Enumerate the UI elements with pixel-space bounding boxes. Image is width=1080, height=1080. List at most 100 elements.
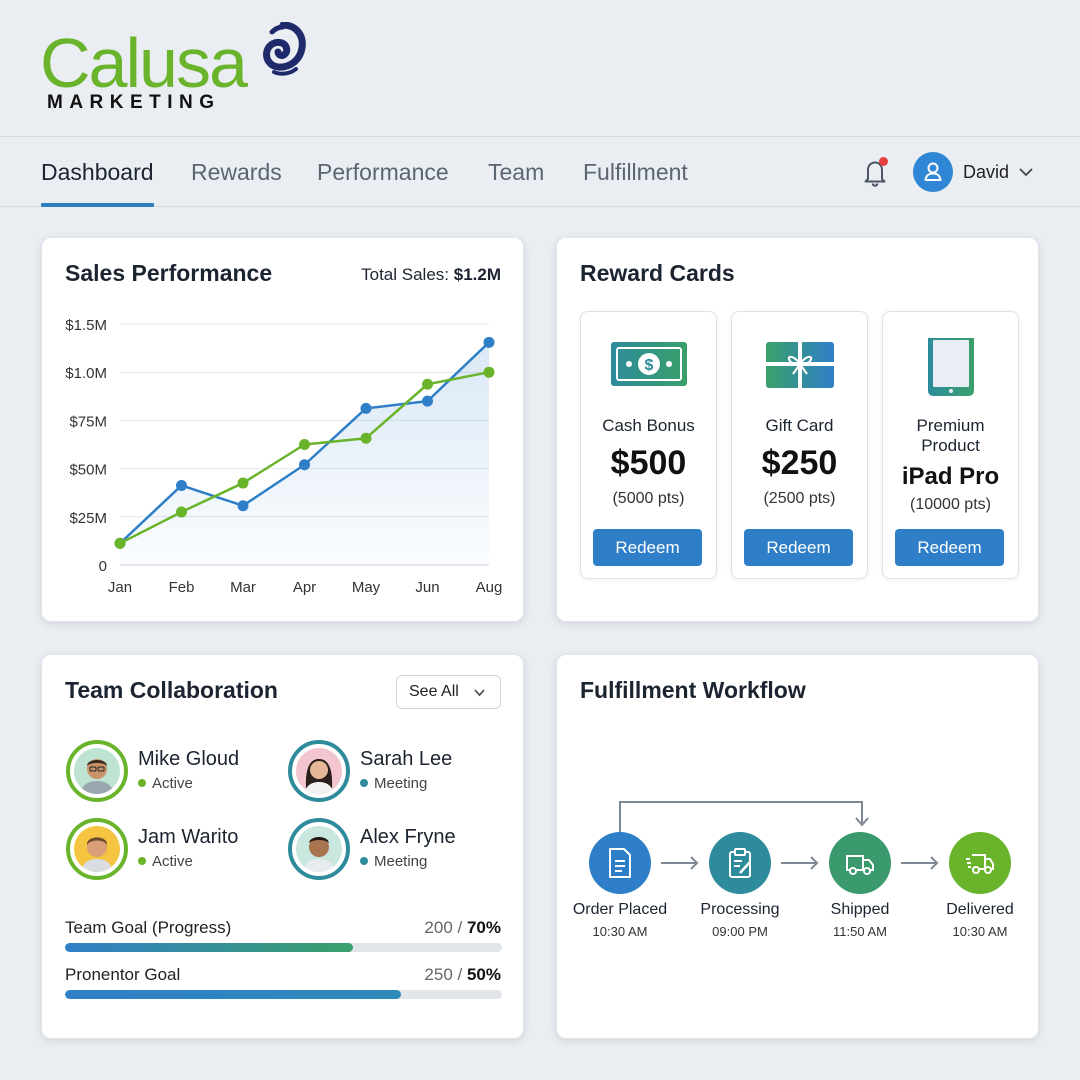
step-label: Shipped: [830, 901, 890, 918]
step-shipped[interactable]: Shipped 11:50 AM: [799, 832, 919, 952]
status-text: Meeting: [374, 853, 428, 870]
tab-rewards[interactable]: Rewards: [191, 137, 282, 207]
team-member[interactable]: Sarah Lee Meeting: [288, 740, 488, 804]
status-dot: [138, 779, 146, 787]
goal-count: 200: [424, 918, 453, 937]
x-tick-label: Apr: [293, 579, 316, 596]
team-collaboration-card: Team Collaboration See All Mike Gloud Ac…: [41, 654, 524, 1039]
step-circle: [829, 832, 891, 894]
status-text: Active: [152, 853, 193, 870]
x-tick-label: Aug: [476, 579, 503, 596]
y-tick-label: $25M: [69, 510, 107, 527]
sales-performance-card: Sales Performance Total Sales: $1.2M 0 $2…: [41, 237, 524, 622]
step-delivered[interactable]: Delivered 10:30 AM: [919, 832, 1039, 952]
tab-fulfillment[interactable]: Fulfillment: [583, 137, 688, 207]
logo-wordmark: Calusa: [40, 24, 248, 102]
avatar: [66, 740, 128, 802]
member-name: Jam Warito: [138, 826, 239, 848]
reward-premium-product: Premium Product iPad Pro (10000 pts) Red…: [882, 311, 1019, 579]
data-point: [176, 506, 187, 518]
status-dot: [138, 857, 146, 865]
step-label: Processing: [700, 901, 780, 918]
y-tick-label: $1.5M: [65, 317, 107, 334]
card-title: Team Collaboration: [65, 677, 278, 703]
member-status: Active: [138, 853, 193, 870]
team-member[interactable]: Mike Gloud Active: [66, 740, 266, 804]
step-order-placed[interactable]: Order Placed 10:30 AM: [559, 832, 679, 952]
x-tick-label: Mar: [230, 579, 256, 596]
reward-points: (5000 pts): [612, 490, 685, 507]
cash-icon: $: [611, 342, 687, 386]
nautilus-shell-icon: [263, 22, 306, 76]
notifications-button[interactable]: [860, 156, 890, 188]
calusa-logo[interactable]: Calusa MARKETING: [40, 22, 310, 122]
y-tick-label: 0: [99, 558, 107, 575]
see-all-dropdown[interactable]: See All: [396, 675, 501, 709]
reward-label: Cash Bonus: [602, 416, 695, 435]
reward-value: $500: [610, 444, 687, 482]
data-point: [299, 439, 310, 450]
member-status: Meeting: [360, 775, 427, 792]
data-point: [114, 537, 126, 549]
app-header: Calusa MARKETING: [0, 0, 1080, 136]
tab-performance[interactable]: Performance: [317, 137, 449, 207]
goal-count: 250: [424, 965, 453, 984]
step-circle: [949, 832, 1011, 894]
reward-points: (10000 pts): [910, 496, 991, 513]
tab-dashboard[interactable]: Dashboard: [41, 137, 154, 207]
progress-fill: [65, 990, 402, 999]
logo-tagline: MARKETING: [47, 92, 221, 113]
truck-icon: [846, 855, 874, 875]
x-tick-label: Jan: [108, 579, 132, 596]
status-text: Active: [152, 775, 193, 792]
gift-card-icon: [766, 342, 834, 388]
chevron-down-icon: [474, 689, 485, 697]
user-icon: [924, 162, 942, 181]
main-nav: Dashboard Rewards Performance Team Fulfi…: [0, 136, 1080, 207]
redeem-ipad-button[interactable]: Redeem: [895, 529, 1004, 566]
step-label: Order Placed: [572, 901, 668, 918]
member-name: Sarah Lee: [360, 748, 453, 770]
member-status: Meeting: [360, 853, 427, 870]
reward-points: (2500 pts): [763, 490, 836, 507]
step-time: 11:50 AM: [833, 924, 887, 939]
pronentor-goal-progress-bar: [65, 990, 502, 999]
data-point: [360, 402, 372, 414]
tablet-icon: [928, 338, 974, 396]
data-point: [299, 459, 310, 471]
sales-line-chart: 0 $25M $50M $75M $1.0M $1.5M Jan Feb Mar Apr May Ju…: [65, 317, 503, 596]
x-tick-label: Feb: [169, 579, 195, 596]
user-avatar: [913, 152, 953, 192]
avatar: [66, 818, 128, 880]
team-member[interactable]: Alex Fryne Meeting: [288, 818, 488, 882]
goal-value: 250 / 50%: [424, 965, 501, 984]
data-point: [360, 432, 372, 444]
redeem-gift-card-button[interactable]: Redeem: [744, 529, 853, 566]
y-tick-label: $50M: [69, 462, 107, 479]
goal-percent: 50%: [466, 965, 501, 984]
person-avatar-icon: [296, 826, 342, 872]
y-tick-label: $1.0M: [65, 365, 107, 382]
step-processing[interactable]: Processing 09:00 PM: [679, 832, 799, 952]
reward-cards-card: Reward Cards $ Cash Bonus $500 (5000 pts…: [556, 237, 1039, 622]
member-name: Alex Fryne: [360, 826, 456, 848]
member-status: Active: [138, 775, 193, 792]
chevron-down-icon: [1019, 168, 1033, 177]
person-avatar-icon: [74, 748, 120, 794]
team-member[interactable]: Jam Warito Active: [66, 818, 266, 882]
data-point: [483, 366, 495, 378]
card-title: Reward Cards: [580, 260, 735, 286]
status-dot: [360, 779, 368, 787]
notification-badge: [879, 157, 888, 166]
data-point: [176, 479, 187, 491]
svg-text:$: $: [645, 357, 654, 374]
tab-team[interactable]: Team: [488, 137, 544, 207]
avatar: [288, 740, 350, 802]
step-circle: [589, 832, 651, 894]
data-point: [422, 395, 433, 407]
member-name: Mike Gloud: [138, 748, 240, 770]
reward-gift-card: Gift Card $250 (2500 pts) Redeem: [731, 311, 868, 579]
series-area: [120, 342, 489, 565]
redeem-cash-button[interactable]: Redeem: [593, 529, 702, 566]
reward-cash-bonus: $ Cash Bonus $500 (5000 pts) Redeem: [580, 311, 717, 579]
